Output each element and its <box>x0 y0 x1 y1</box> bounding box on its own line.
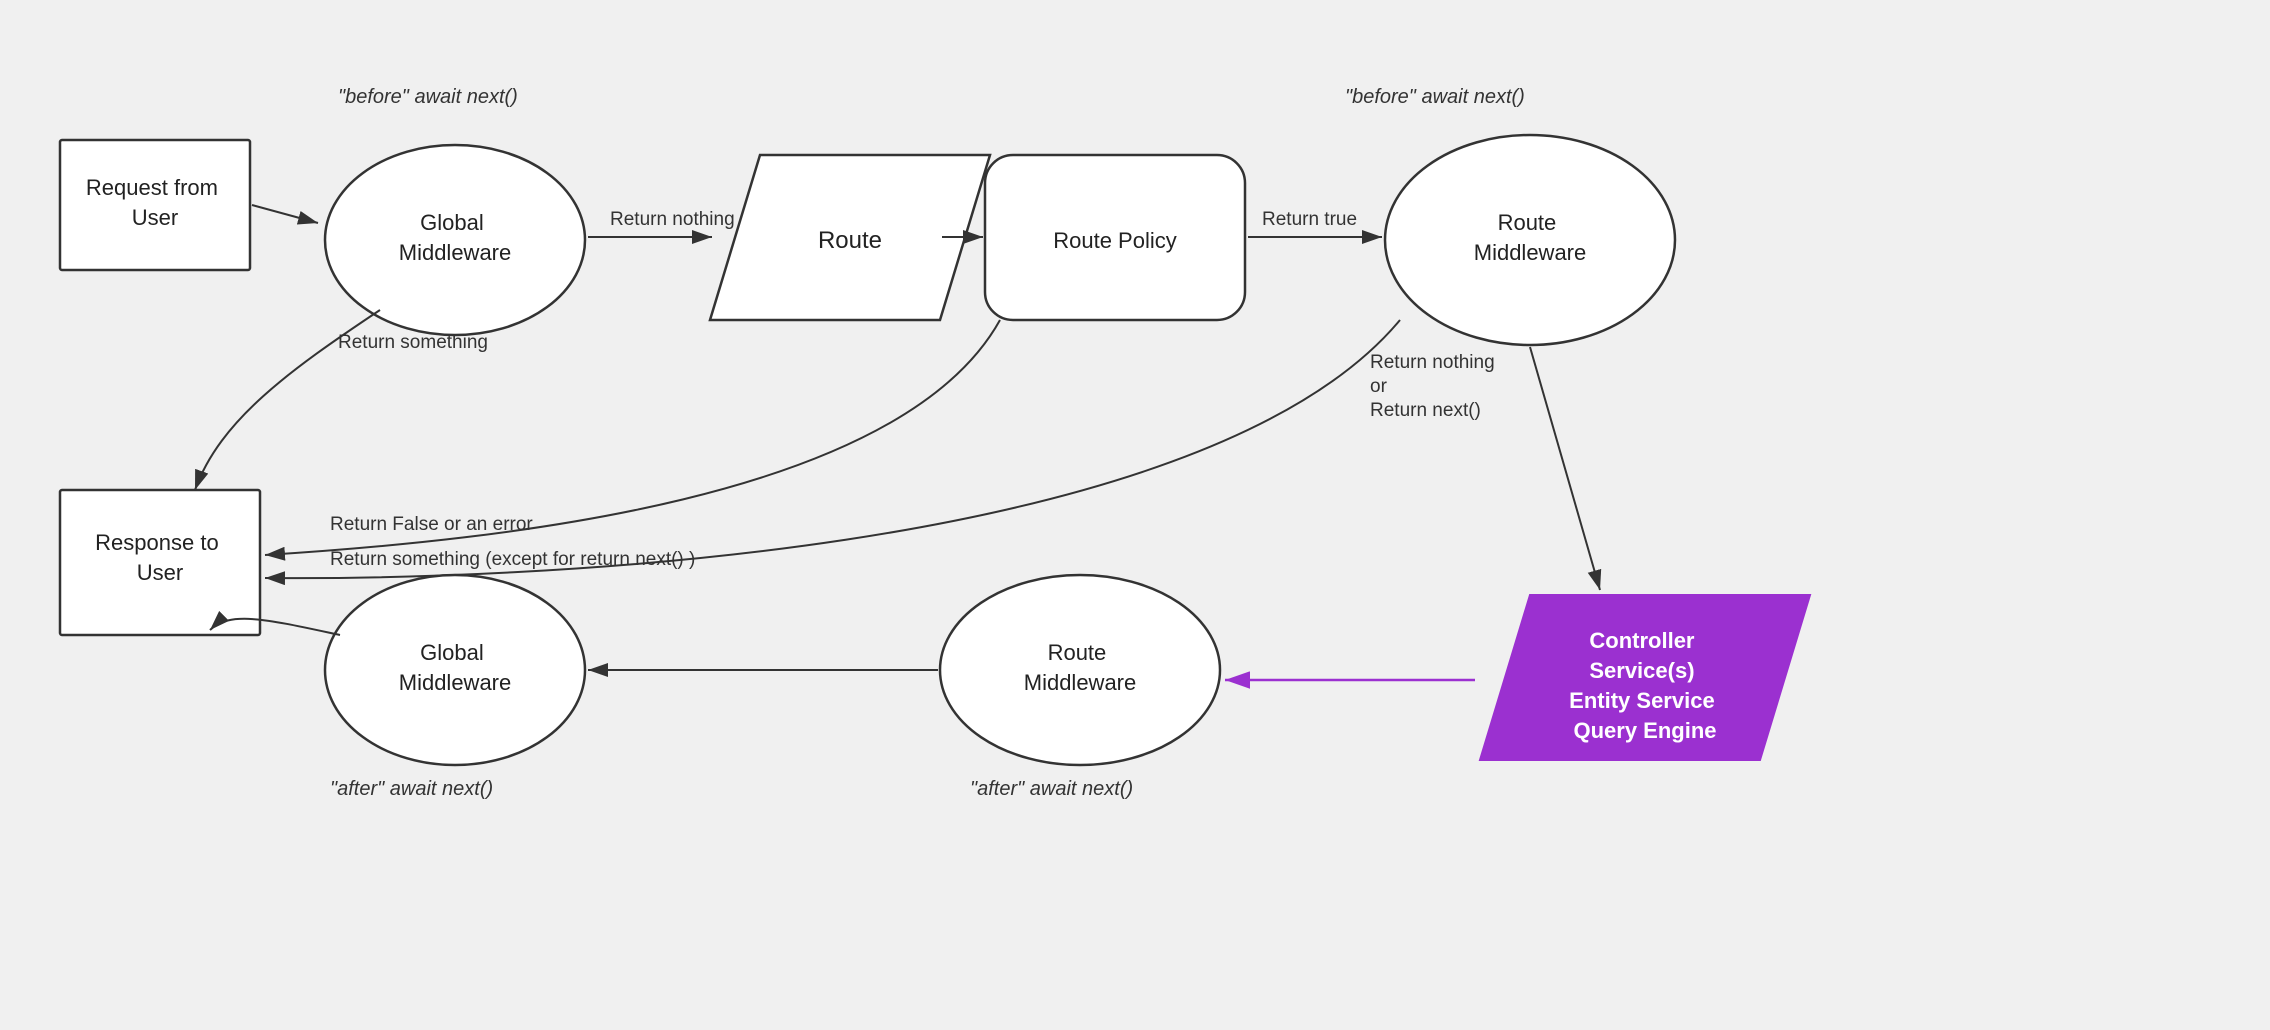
return-true-label: Return true <box>1262 209 1357 230</box>
route-label: Route <box>818 227 882 254</box>
after-await-bottom-right-label: "after" await next() <box>970 778 1133 800</box>
route-policy-label: Route Policy <box>1053 228 1177 253</box>
return-false-error-label: Return False or an error <box>330 514 533 535</box>
return-something-label: Return something <box>338 332 488 353</box>
before-await-top-right-label: "before" await next() <box>1345 86 1525 108</box>
after-await-bottom-left-label: "after" await next() <box>330 778 493 800</box>
return-nothing-label: Return nothing <box>610 209 735 230</box>
before-await-top-left-label: "before" await next() <box>338 86 518 108</box>
return-something-except-label: Return something (except for return next… <box>330 549 695 570</box>
